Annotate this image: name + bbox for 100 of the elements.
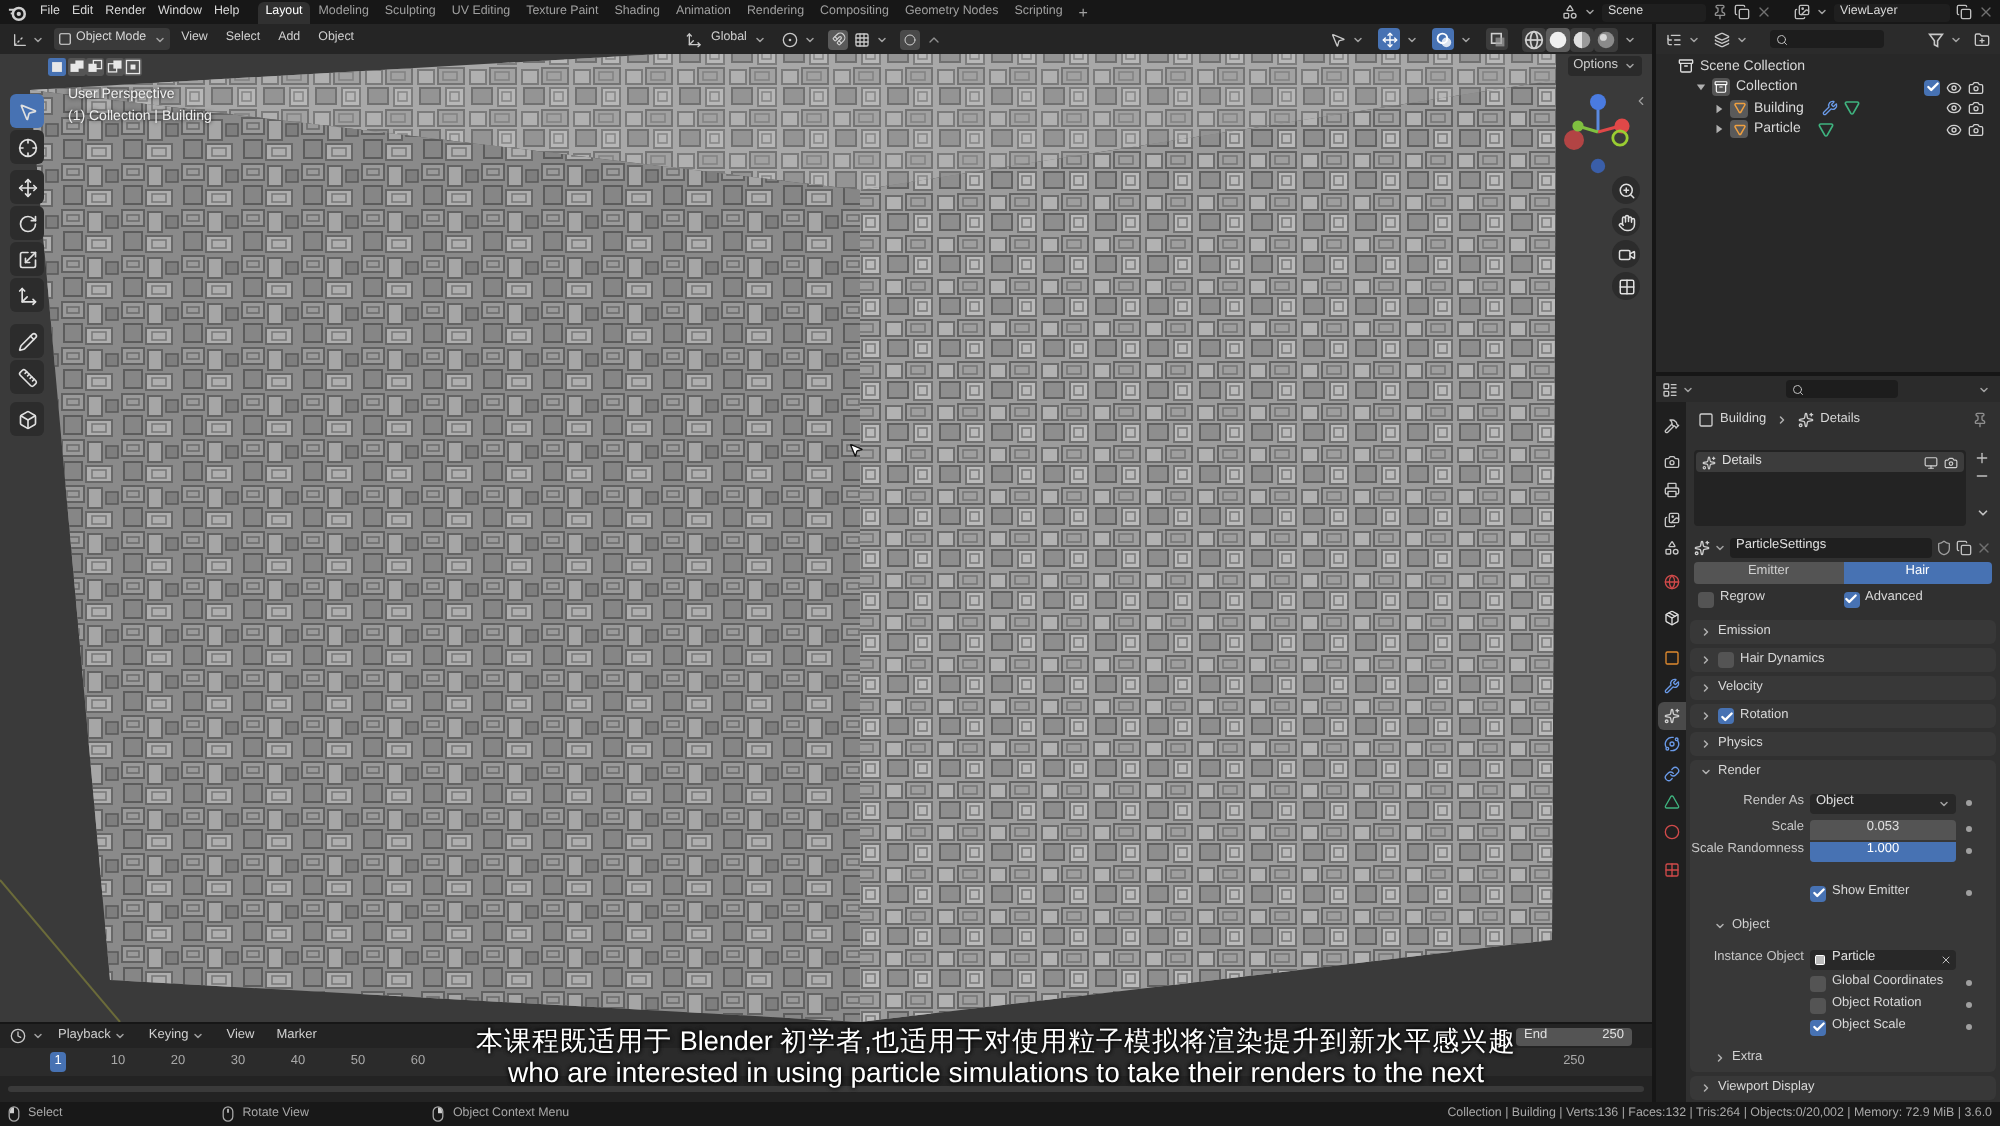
overlapping-squares-icon[interactable] xyxy=(1486,28,1508,50)
orbit-icon[interactable] xyxy=(1664,736,1680,753)
add-workspace-button[interactable]: + xyxy=(1070,2,1096,24)
checkbox[interactable] xyxy=(1810,997,1826,1013)
caret-icon[interactable] xyxy=(1584,6,1596,18)
grid-icon[interactable] xyxy=(854,31,871,47)
sparkles-icon[interactable] xyxy=(1664,707,1680,724)
tool-button[interactable] xyxy=(10,170,44,204)
tool-button[interactable] xyxy=(10,360,44,394)
shapes-icon[interactable] xyxy=(1664,540,1680,557)
rotate-arrow-icon[interactable] xyxy=(17,213,37,233)
wire-sphere-icon[interactable] xyxy=(1522,27,1546,51)
chevron-left-icon[interactable] xyxy=(1634,94,1648,108)
squares-subtract-icon[interactable] xyxy=(86,57,104,75)
shield-icon[interactable] xyxy=(1936,539,1952,555)
search-field[interactable] xyxy=(1770,30,1884,48)
checkbox[interactable] xyxy=(1924,79,1940,96)
close-icon[interactable] xyxy=(1940,953,1952,965)
shapes-icon[interactable] xyxy=(1562,4,1578,20)
printer-icon[interactable] xyxy=(1664,482,1680,499)
chevron-down-icon[interactable] xyxy=(1700,766,1712,778)
chevron-right-icon[interactable] xyxy=(1700,654,1712,666)
chevron-down-icon[interactable] xyxy=(1714,920,1726,932)
move-arrows-icon[interactable] xyxy=(17,177,37,197)
checkbox[interactable] xyxy=(1810,975,1826,991)
clock-icon[interactable] xyxy=(10,1028,26,1044)
caret-icon[interactable] xyxy=(1624,60,1636,72)
caret-icon[interactable] xyxy=(114,1030,127,1042)
camera-icon[interactable] xyxy=(1968,79,1984,96)
caret-icon[interactable] xyxy=(1714,541,1726,553)
triangle-right-icon[interactable] xyxy=(1714,124,1724,135)
square-icon[interactable] xyxy=(1664,649,1680,666)
caret-icon[interactable] xyxy=(804,33,817,45)
tool-button[interactable] xyxy=(10,130,44,164)
wrench-icon[interactable] xyxy=(1664,678,1680,695)
tool-button[interactable] xyxy=(10,324,44,358)
tool-button[interactable] xyxy=(10,206,44,240)
search-field[interactable] xyxy=(1786,380,1898,398)
copy-icon[interactable] xyxy=(1956,4,1972,20)
camera-icon[interactable] xyxy=(1664,453,1680,470)
close-icon[interactable] xyxy=(1978,4,1994,20)
caret-icon[interactable] xyxy=(1950,33,1962,45)
funnel-icon[interactable] xyxy=(1928,31,1944,47)
eye-icon[interactable] xyxy=(1946,121,1962,138)
wrench-icon[interactable] xyxy=(1821,100,1838,117)
layers-icon[interactable] xyxy=(1714,31,1730,47)
list-tree-icon[interactable] xyxy=(1666,31,1682,47)
move-arrows-icon[interactable] xyxy=(1378,28,1400,50)
overlapping-circles-icon[interactable] xyxy=(1432,28,1454,50)
chevron-right-icon[interactable] xyxy=(1700,682,1712,694)
layout-list-icon[interactable] xyxy=(1662,381,1678,397)
images-icon[interactable] xyxy=(1664,511,1680,528)
caret-icon[interactable] xyxy=(1624,33,1636,45)
chevron-right-icon[interactable] xyxy=(1700,738,1712,750)
eye-icon[interactable] xyxy=(1946,79,1962,96)
caret-icon[interactable] xyxy=(32,1030,44,1042)
zoom-icon[interactable] xyxy=(1612,176,1640,204)
camera-icon[interactable] xyxy=(1968,100,1984,117)
package-icon[interactable] xyxy=(1664,610,1680,627)
camera-icon[interactable] xyxy=(1944,455,1958,469)
camera-icon[interactable] xyxy=(1968,121,1984,138)
chevron-right-icon[interactable] xyxy=(1714,1052,1726,1064)
caret-icon[interactable] xyxy=(32,33,44,45)
ruler-icon[interactable] xyxy=(17,367,37,387)
circle-dot-icon[interactable] xyxy=(782,31,799,47)
hand-icon[interactable] xyxy=(1612,208,1640,236)
caret-icon[interactable] xyxy=(1352,33,1364,45)
triangle-right-icon[interactable] xyxy=(1714,103,1724,114)
pin-icon[interactable] xyxy=(1712,4,1728,20)
caret-icon[interactable] xyxy=(1406,33,1418,45)
caret-icon[interactable] xyxy=(1736,33,1748,45)
axes-arrows-icon[interactable] xyxy=(685,31,702,47)
close-icon[interactable] xyxy=(1756,4,1772,20)
tool-button[interactable] xyxy=(10,242,44,276)
checkbox[interactable] xyxy=(1843,591,1859,607)
circle-icon[interactable] xyxy=(900,29,921,49)
caret-icon[interactable] xyxy=(192,1030,205,1042)
video-camera-icon[interactable] xyxy=(1612,240,1640,268)
properties-tab[interactable] xyxy=(1658,701,1686,730)
chevron-right-icon[interactable] xyxy=(1700,626,1712,638)
axes-arrows-icon[interactable] xyxy=(17,285,37,305)
chevron-down-icon[interactable] xyxy=(1975,506,1989,520)
squares-intersect-icon[interactable] xyxy=(124,57,142,75)
shaded-sphere-icon[interactable] xyxy=(1570,27,1594,51)
link-icon[interactable] xyxy=(1664,765,1680,782)
triangle-down-icon[interactable] xyxy=(1696,82,1706,93)
caret-icon[interactable] xyxy=(1978,383,1990,395)
cube-icon[interactable] xyxy=(17,409,37,429)
scale-arrow-icon[interactable] xyxy=(17,249,37,269)
hammer-icon[interactable] xyxy=(1664,418,1680,435)
pencil-icon[interactable] xyxy=(17,331,37,351)
checkbox[interactable] xyxy=(1718,652,1734,668)
caret-icon[interactable] xyxy=(1688,33,1700,45)
tool-button[interactable] xyxy=(10,402,44,436)
sparkles-icon[interactable] xyxy=(1694,539,1710,555)
caret-icon[interactable] xyxy=(154,33,167,45)
images-icon[interactable] xyxy=(1794,4,1810,20)
plus-icon[interactable] xyxy=(1974,450,1990,466)
caret-icon[interactable] xyxy=(876,33,889,45)
squares-invert-icon[interactable] xyxy=(105,57,123,75)
